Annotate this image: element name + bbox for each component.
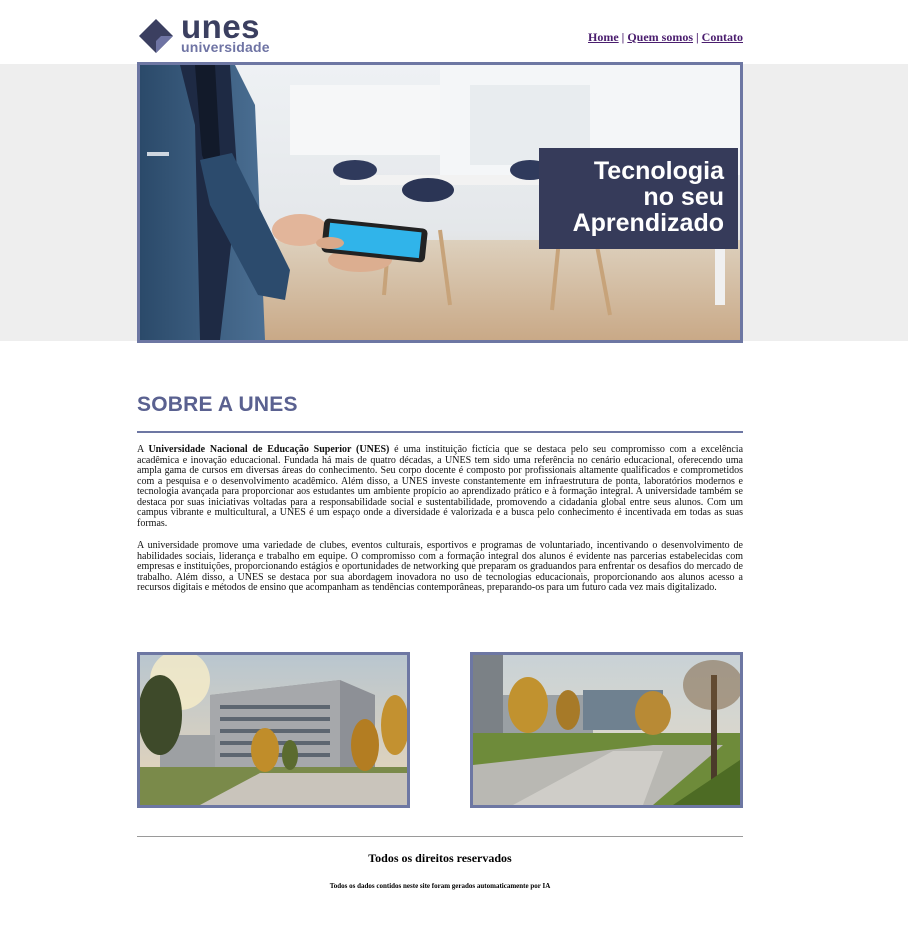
logo-mark-icon (139, 19, 173, 53)
campus-walkway-image (473, 655, 740, 805)
nav-link-about[interactable]: Quem somos (627, 30, 693, 44)
section-divider (137, 431, 743, 433)
paragraph-prefix: A (137, 444, 149, 455)
hero-tagline: Tecnologia no seu Aprendizado (539, 148, 738, 249)
logo-subtitle: universidade (181, 39, 270, 55)
campus-building-image (140, 655, 407, 805)
hero-tagline-line: Aprendizado (572, 209, 724, 237)
footer-note: Todos os dados contidos neste site foram… (329, 882, 551, 890)
nav-separator: | (696, 30, 699, 44)
nav-link-home[interactable]: Home (588, 30, 619, 44)
footer-divider (137, 836, 743, 837)
about-paragraph: A Universidade Nacional de Educação Supe… (137, 444, 744, 529)
hero-tagline-line: no seu (643, 183, 724, 211)
section-title: SOBRE A UNES (137, 393, 298, 416)
nav-link-contact[interactable]: Contato (702, 30, 743, 44)
about-paragraph: A universidade promove uma variedade de … (137, 540, 743, 593)
about-text: A Universidade Nacional de Educação Supe… (137, 444, 744, 606)
hero-banner: Tecnologia no seu Aprendizado (137, 62, 743, 343)
campus-photo (137, 652, 410, 808)
footer-rights: Todos os direitos reservados (368, 851, 512, 865)
logo[interactable]: unes universidade (137, 8, 282, 58)
nav-separator: | (621, 30, 625, 44)
university-name: Universidade Nacional de Educação Superi… (148, 444, 390, 455)
paragraph-text: é uma instituição fictícia que se destac… (137, 444, 744, 529)
hero-tagline-line: Tecnologia (593, 157, 724, 185)
main-nav: Home | Quem somos | Contato (588, 30, 743, 45)
campus-photo (470, 652, 743, 808)
site-header: unes universidade Home | Quem somos | Co… (0, 0, 908, 64)
